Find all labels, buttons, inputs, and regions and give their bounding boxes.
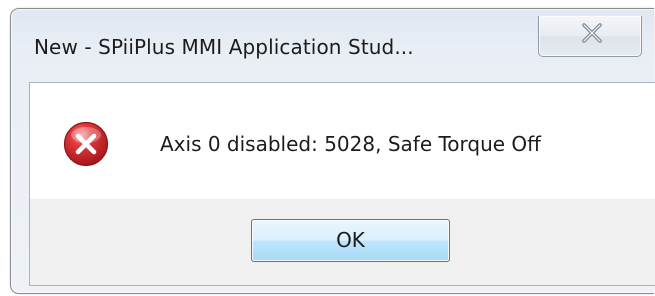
- message-box-window: New - SPiiPlus MMI Application Stud... A…: [10, 8, 655, 294]
- dialog-content: Axis 0 disabled: 5028, Safe Torque Off O…: [29, 82, 655, 286]
- close-icon: [582, 23, 602, 43]
- error-message: Axis 0 disabled: 5028, Safe Torque Off: [160, 132, 541, 156]
- close-button[interactable]: [538, 16, 642, 57]
- window-title: New - SPiiPlus MMI Application Stud...: [34, 35, 414, 59]
- ok-button[interactable]: OK: [251, 219, 450, 262]
- error-icon: [63, 121, 109, 167]
